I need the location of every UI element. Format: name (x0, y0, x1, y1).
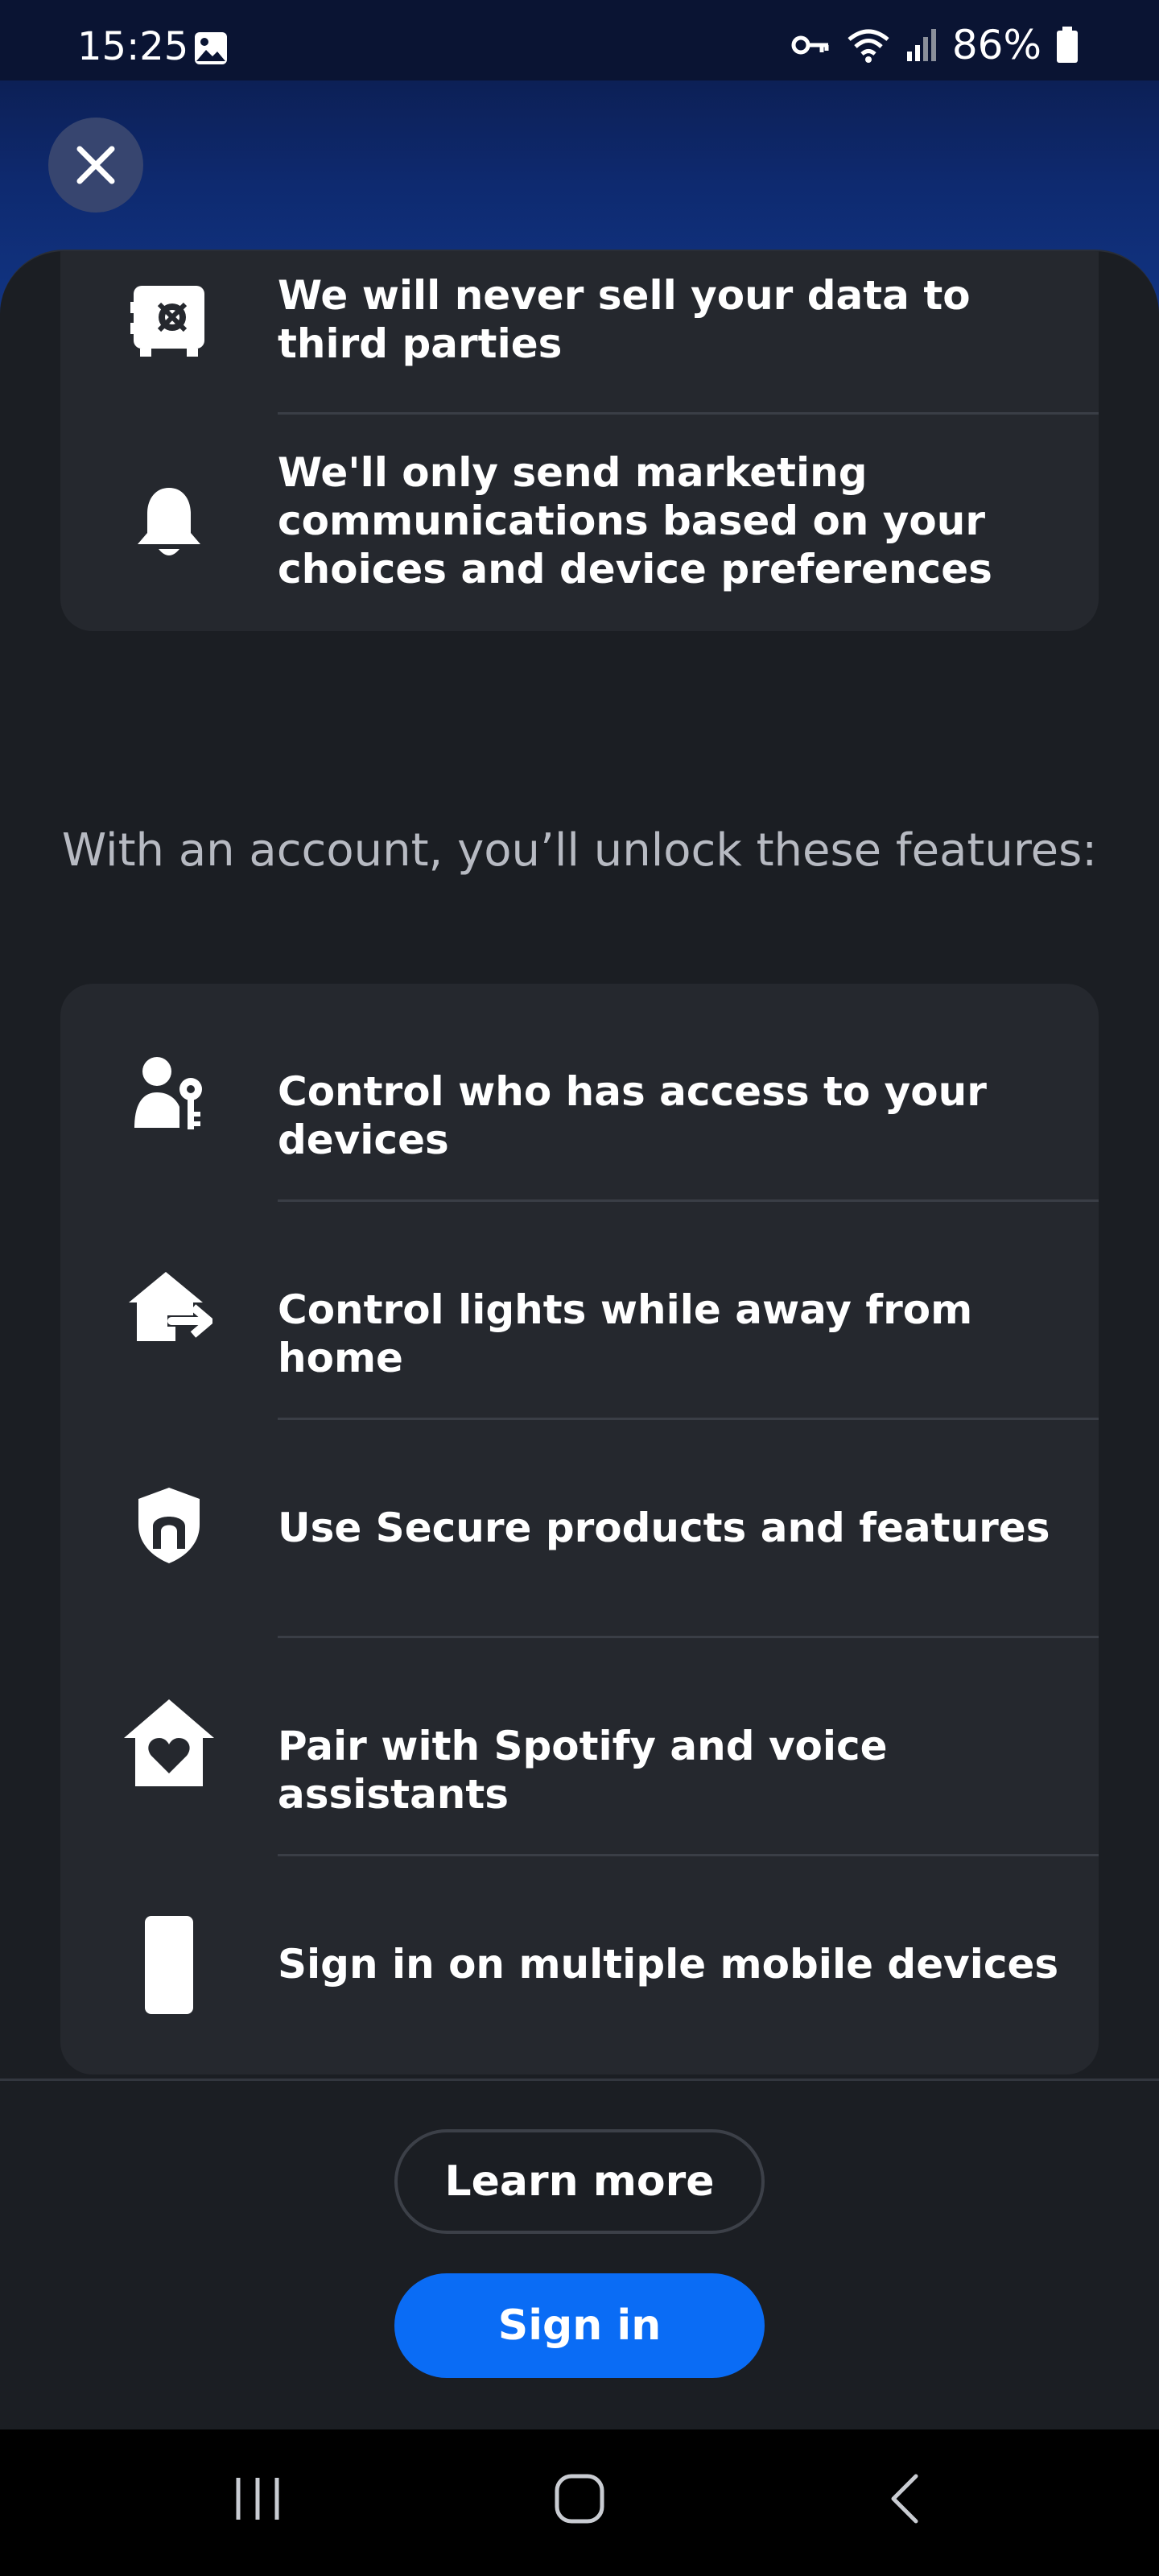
sign-in-button[interactable]: Sign in (394, 2273, 765, 2378)
feature-item-text: Sign in on multiple mobile devices (278, 1941, 1059, 1988)
back-icon[interactable] (889, 2473, 921, 2524)
feature-item-text: Control who has access to your devices (278, 1068, 987, 1163)
bottom-sheet[interactable]: We will never sell your data to third pa… (0, 250, 1159, 2433)
image-notification-icon (195, 32, 227, 64)
user-key-icon (134, 1057, 202, 1129)
feature-item: Sign in on multiple mobile devices (60, 1856, 1099, 2074)
features-card: Control who has access to your devices C… (60, 984, 1099, 2074)
privacy-item-text: We'll only send marketing communications… (278, 449, 992, 592)
feature-item: Control who has access to your devices (60, 984, 1099, 1199)
house-heart-icon (124, 1699, 214, 1786)
recent-apps-icon[interactable] (233, 2475, 282, 2523)
battery-percentage: 86% (951, 22, 1041, 68)
status-bar: 15:25 86% (0, 0, 1159, 80)
wifi-icon (848, 29, 889, 63)
battery-icon (1057, 27, 1078, 63)
privacy-item-text: We will never sell your data to third pa… (278, 272, 971, 367)
safe-icon (130, 286, 204, 357)
footer-divider (0, 2079, 1159, 2081)
phone-icon (145, 1916, 193, 2014)
privacy-item: We'll only send marketing communications… (60, 415, 1099, 631)
vpn-key-icon (791, 35, 829, 55)
feature-item: Control lights while away from home (60, 1202, 1099, 1418)
status-time: 15:25 (77, 24, 189, 69)
feature-item: Use Secure products and features (60, 1420, 1099, 1636)
home-icon[interactable] (554, 2473, 605, 2524)
feature-item-text: Pair with Spotify and voice assistants (278, 1723, 888, 1818)
privacy-card: We will never sell your data to third pa… (60, 251, 1099, 631)
navigation-bar (0, 2429, 1159, 2576)
close-button[interactable] (48, 118, 143, 213)
feature-item: Pair with Spotify and voice assistants (60, 1638, 1099, 1854)
privacy-item: We will never sell your data to third pa… (60, 251, 1099, 412)
feature-item-text: Use Secure products and features (278, 1505, 1050, 1551)
learn-more-button[interactable]: Learn more (394, 2129, 765, 2234)
status-icons: 86% (791, 21, 1079, 69)
bell-icon (138, 488, 200, 555)
shield-icon (138, 1488, 200, 1563)
features-heading: With an account, you’ll unlock these fea… (61, 824, 1098, 877)
signal-icon (906, 29, 936, 61)
house-away-icon (129, 1272, 212, 1341)
close-icon (76, 146, 115, 184)
feature-item-text: Control lights while away from home (278, 1286, 973, 1381)
